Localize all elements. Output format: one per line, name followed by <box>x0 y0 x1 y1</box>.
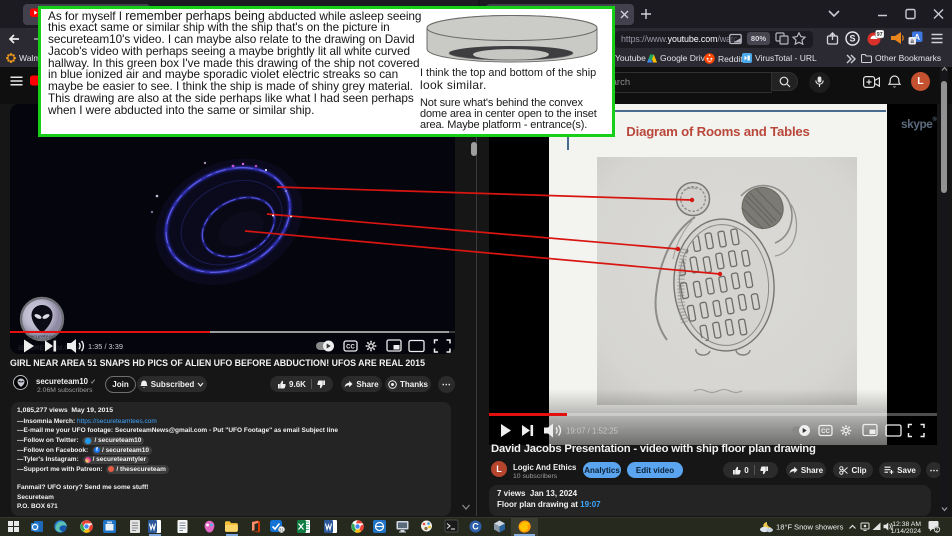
svg-text:1:35 / 3:39: 1:35 / 3:39 <box>88 342 123 351</box>
svg-text:31: 31 <box>279 528 285 534</box>
svg-text:97: 97 <box>877 32 883 38</box>
svg-text:a: a <box>910 38 914 45</box>
svg-text:C: C <box>472 522 479 532</box>
svg-text:19:07 / 1:52:25: 19:07 / 1:52:25 <box>566 427 619 436</box>
svg-text:2: 2 <box>936 528 939 534</box>
svg-text:1/14/2024: 1/14/2024 <box>891 528 921 535</box>
svg-text:18°F: 18°F <box>776 523 792 532</box>
svg-text:CC: CC <box>821 429 830 435</box>
svg-text:Snow showers: Snow showers <box>794 523 844 532</box>
svg-text:CC: CC <box>346 345 355 351</box>
svg-text:12:38 AM: 12:38 AM <box>892 521 921 528</box>
svg-text:S: S <box>849 34 855 44</box>
